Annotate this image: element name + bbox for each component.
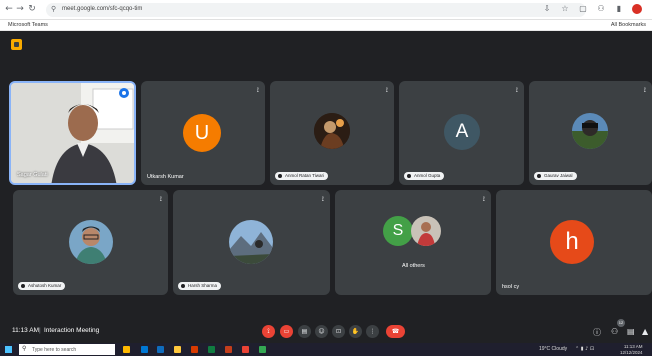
chat-icon[interactable]: ▤ (627, 327, 635, 336)
clock-date: 12/12/2024 (620, 349, 643, 355)
mic-off-icon: ⟟ (256, 87, 259, 94)
participant-tile-all-others[interactable]: ⟟ S All others (335, 190, 491, 295)
mic-off-icon[interactable]: ⟟ (262, 325, 275, 338)
taskbar-search-input[interactable]: ⚲ Type here to search (19, 344, 115, 355)
bookmarks-bar: Microsoft Teams All Bookmarks (0, 20, 652, 31)
mic-off-icon: ⟟ (515, 87, 518, 94)
participant-tile-gaurav[interactable]: ⟟ Gaurav Jaiwal (529, 81, 652, 185)
participant-tile-sagar[interactable]: Sagar Gulati (9, 81, 136, 185)
avatar: A (444, 114, 480, 150)
file-explorer-icon[interactable] (174, 346, 181, 353)
camera-off-icon[interactable]: ▭ (280, 325, 293, 338)
speaking-indicator-icon (119, 88, 129, 98)
participant-tile-anmol-gupta[interactable]: ⟟ A Anmol Gupta (399, 81, 524, 185)
browser-toolbar: ← → ↻ ⚲ meet.google.com/sfc-qcqo-tim ⇩ ☆… (0, 0, 652, 20)
info-icon[interactable]: ⓘ (593, 327, 601, 338)
bookmark-star-icon[interactable]: ☆ (560, 4, 570, 14)
side-panel-icon[interactable]: ▮ (614, 4, 624, 14)
avatar (572, 113, 608, 149)
store-icon[interactable] (157, 346, 164, 353)
meeting-time: 11:13 AM (12, 327, 39, 334)
avatar (411, 216, 441, 246)
participant-name-chip: Harsh Sharma (178, 282, 222, 290)
weather-widget[interactable]: 19°C Cloudy (539, 346, 567, 352)
clock-time: 11:13 AM (623, 344, 643, 349)
participant-name: Ashutosh Kumar (28, 283, 62, 288)
all-bookmarks[interactable]: All Bookmarks (611, 22, 646, 28)
excel-icon[interactable] (208, 346, 215, 353)
meeting-controls-bar: 11:13 AM | Interaction Meeting ⟟ ▭ ▤ ☺ ⊡… (0, 318, 652, 343)
account-icon[interactable]: ⚇ (596, 4, 606, 14)
people-icon[interactable]: ⚇ (611, 327, 618, 336)
activities-icon[interactable]: ▲ (642, 327, 648, 336)
taskbar-clock[interactable]: 11:13 AM 12/12/2024 (620, 344, 643, 355)
reload-icon[interactable]: ↻ (27, 4, 37, 14)
people-count-badge: 12 (617, 319, 625, 327)
mic-off-icon: ⟟ (159, 196, 162, 203)
site-info-icon[interactable]: ⚲ (51, 5, 56, 13)
avatar (69, 220, 113, 264)
profile-avatar[interactable] (632, 4, 642, 14)
extensions-icon[interactable]: ▢ (578, 4, 588, 14)
back-icon[interactable]: ← (4, 4, 14, 14)
office-icon[interactable] (191, 346, 198, 353)
windows-start-icon[interactable] (5, 346, 12, 353)
powerpoint-icon[interactable] (225, 346, 232, 353)
chrome-icon[interactable] (242, 346, 249, 353)
participant-name-chip: Ashutosh Kumar (18, 282, 66, 290)
forward-icon[interactable]: → (15, 4, 25, 14)
avatar: U (183, 114, 221, 152)
search-placeholder: Type here to search (32, 347, 77, 353)
participant-tile-anmol-ratan[interactable]: ⟟ Anmol Ratan Tiwari (270, 81, 394, 185)
avatar (229, 220, 273, 264)
more-options-icon[interactable]: ⋮ (366, 325, 379, 338)
app-icon[interactable] (259, 346, 266, 353)
avatar: S (383, 216, 413, 246)
participant-name-chip: Anmol Gupta (404, 172, 445, 180)
participant-name-chip: Anmol Ratan Tiwari (275, 172, 329, 180)
windows-taskbar: ⚲ Type here to search 19°C Cloudy ⌃ ▮ ♪ … (0, 343, 652, 356)
mic-off-icon: ⟟ (321, 196, 324, 203)
download-icon[interactable]: ⇩ (542, 4, 552, 14)
participant-tile-hsol[interactable]: h hsol cy (496, 190, 652, 295)
avatar: h (550, 220, 594, 264)
end-call-icon[interactable]: ☎ (386, 325, 405, 338)
mic-off-icon: ⟟ (643, 87, 646, 94)
participant-tile-harsh[interactable]: ⟟ Harsh Sharma (173, 190, 330, 295)
captions-icon[interactable]: ▤ (298, 325, 311, 338)
meet-logo-icon (11, 39, 22, 50)
task-view-icon[interactable] (123, 346, 130, 353)
system-tray-icons[interactable]: ⌃ ▮ ♪ ⊡ (575, 346, 594, 352)
participant-name: All others (402, 263, 425, 269)
separator: | (39, 327, 41, 334)
participant-tile-utkarsh[interactable]: ⟟ U Utkarsh Kumar (141, 81, 265, 185)
participant-tile-ashutosh[interactable]: ⟟ Ashutosh Kumar (13, 190, 168, 295)
address-bar[interactable]: ⚲ meet.google.com/sfc-qcqo-tim (46, 3, 586, 17)
search-icon: ⚲ (22, 345, 27, 352)
bookmark-microsoft-teams[interactable]: Microsoft Teams (8, 22, 48, 28)
mic-off-icon: ⟟ (385, 87, 388, 94)
meeting-name: Interaction Meeting (44, 327, 100, 334)
mic-off-icon: ⟟ (482, 196, 485, 203)
raise-hand-icon[interactable]: ✋ (349, 325, 362, 338)
url-text: meet.google.com/sfc-qcqo-tim (62, 6, 143, 12)
participant-name: hsol cy (502, 284, 520, 290)
participant-name: Sagar Gulati (17, 172, 48, 178)
participant-name: Anmol Ratan Tiwari (285, 173, 325, 178)
edge-icon[interactable] (141, 346, 148, 353)
participant-name-chip: Gaurav Jaiwal (534, 172, 577, 180)
meet-stage: Sagar Gulati ⟟ U Utkarsh Kumar ⟟ Anmol R… (0, 31, 652, 343)
participant-name: Utkarsh Kumar (147, 174, 184, 180)
participant-video (11, 83, 134, 183)
avatar (314, 113, 350, 149)
present-icon[interactable]: ⊡ (332, 325, 345, 338)
emoji-icon[interactable]: ☺ (315, 325, 328, 338)
participant-name: Anmol Gupta (414, 173, 441, 178)
participant-name: Gaurav Jaiwal (544, 173, 573, 178)
participant-name: Harsh Sharma (188, 283, 218, 288)
